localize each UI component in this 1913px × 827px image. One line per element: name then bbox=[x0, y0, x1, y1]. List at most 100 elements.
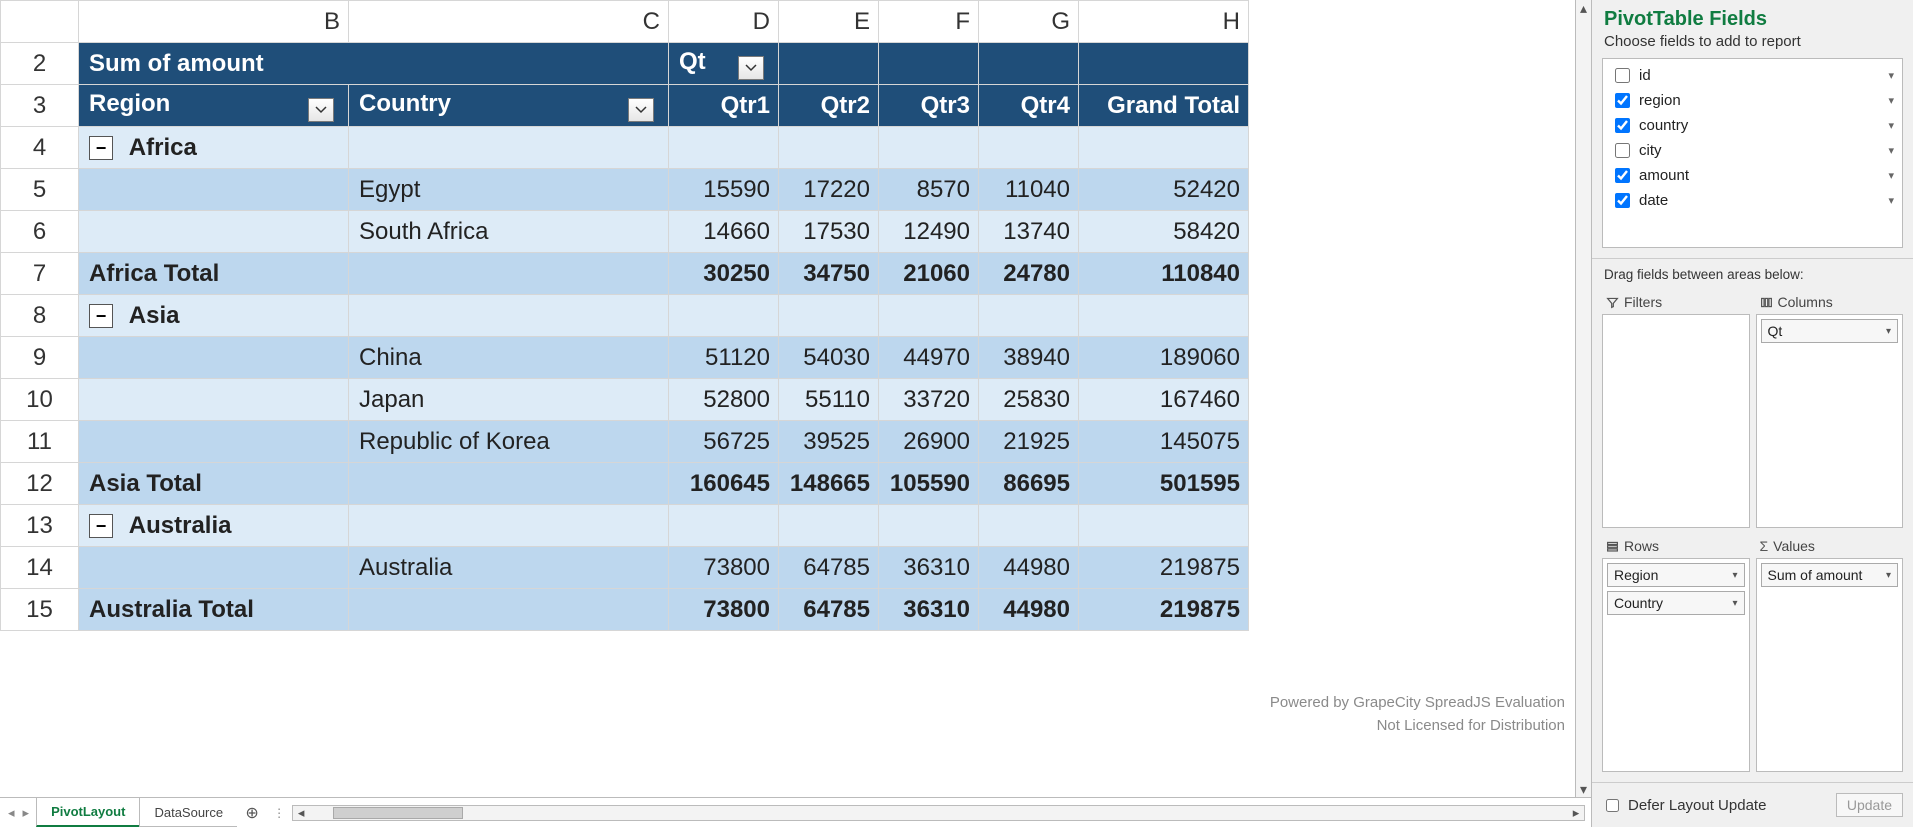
cell[interactable]: 54030 bbox=[779, 337, 879, 379]
chevron-down-icon[interactable]: ▾ bbox=[1732, 570, 1737, 581]
cell[interactable] bbox=[669, 295, 779, 337]
cell[interactable] bbox=[779, 505, 879, 547]
cell-region-header[interactable]: Region bbox=[79, 85, 349, 127]
values-body[interactable]: Sum of amount ▾ bbox=[1756, 558, 1904, 772]
region-africa[interactable]: − Africa bbox=[79, 127, 349, 169]
cell[interactable]: 145075 bbox=[1079, 421, 1249, 463]
col-header-B[interactable]: B bbox=[79, 1, 349, 43]
cell[interactable]: 189060 bbox=[1079, 337, 1249, 379]
cell[interactable] bbox=[879, 295, 979, 337]
cell[interactable]: 34750 bbox=[779, 253, 879, 295]
cell[interactable]: 21925 bbox=[979, 421, 1079, 463]
chevron-down-icon[interactable]: ▾ bbox=[1886, 326, 1891, 337]
cell[interactable]: 167460 bbox=[1079, 379, 1249, 421]
cell-q1-header[interactable]: Qtr1 bbox=[669, 85, 779, 127]
cell[interactable]: 44970 bbox=[879, 337, 979, 379]
pill-qt[interactable]: Qt ▾ bbox=[1761, 319, 1899, 343]
defer-layout-checkbox[interactable] bbox=[1606, 799, 1619, 812]
col-header-E[interactable]: E bbox=[779, 1, 879, 43]
cell[interactable]: 8570 bbox=[879, 169, 979, 211]
cell[interactable] bbox=[79, 211, 349, 253]
values-area[interactable]: Σ Values Sum of amount ▾ bbox=[1756, 534, 1904, 772]
cell-empty-G2[interactable] bbox=[979, 43, 1079, 85]
cell[interactable]: 52800 bbox=[669, 379, 779, 421]
scroll-left-icon[interactable]: ◂ bbox=[293, 806, 309, 820]
scroll-down-icon[interactable]: ▾ bbox=[1580, 781, 1587, 797]
cell[interactable]: 219875 bbox=[1079, 547, 1249, 589]
pill-sum-of-amount[interactable]: Sum of amount ▾ bbox=[1761, 563, 1899, 587]
cell[interactable] bbox=[979, 505, 1079, 547]
row-header-14[interactable]: 14 bbox=[1, 547, 79, 589]
cell[interactable]: 219875 bbox=[1079, 589, 1249, 631]
field-amount[interactable]: amount ▾ bbox=[1603, 163, 1902, 188]
cell[interactable]: 64785 bbox=[779, 547, 879, 589]
cell[interactable]: 44980 bbox=[979, 547, 1079, 589]
cell[interactable] bbox=[79, 337, 349, 379]
country-south-africa[interactable]: South Africa bbox=[349, 211, 669, 253]
row-header-9[interactable]: 9 bbox=[1, 337, 79, 379]
cell[interactable] bbox=[79, 421, 349, 463]
cell[interactable] bbox=[349, 505, 669, 547]
row-header-12[interactable]: 12 bbox=[1, 463, 79, 505]
field-region[interactable]: region ▾ bbox=[1603, 88, 1902, 113]
cell[interactable]: 33720 bbox=[879, 379, 979, 421]
cell[interactable]: 44980 bbox=[979, 589, 1079, 631]
tab-prev-icon[interactable]: ◂ bbox=[8, 805, 15, 821]
cell[interactable] bbox=[879, 127, 979, 169]
chevron-down-icon[interactable]: ▾ bbox=[1888, 94, 1894, 107]
rows-area[interactable]: Rows Region ▾ Country ▾ bbox=[1602, 534, 1750, 772]
cell[interactable] bbox=[349, 253, 669, 295]
cell[interactable]: 30250 bbox=[669, 253, 779, 295]
row-header-4[interactable]: 4 bbox=[1, 127, 79, 169]
columns-area[interactable]: Columns Qt ▾ bbox=[1756, 290, 1904, 528]
chevron-down-icon[interactable]: ▾ bbox=[1888, 194, 1894, 207]
filters-area[interactable]: Filters bbox=[1602, 290, 1750, 528]
region-asia[interactable]: − Asia bbox=[79, 295, 349, 337]
defer-layout-checkbox-label[interactable]: Defer Layout Update bbox=[1602, 796, 1766, 815]
cell[interactable]: 51120 bbox=[669, 337, 779, 379]
chevron-down-icon[interactable]: ▾ bbox=[1732, 598, 1737, 609]
select-all-corner[interactable] bbox=[1, 1, 79, 43]
cell[interactable]: 105590 bbox=[879, 463, 979, 505]
field-country-checkbox[interactable] bbox=[1615, 118, 1630, 133]
region-filter-button[interactable] bbox=[308, 98, 334, 122]
field-id-checkbox[interactable] bbox=[1615, 68, 1630, 83]
update-button[interactable]: Update bbox=[1836, 793, 1903, 817]
field-city-checkbox[interactable] bbox=[1615, 143, 1630, 158]
cell[interactable]: 26900 bbox=[879, 421, 979, 463]
cell[interactable]: 58420 bbox=[1079, 211, 1249, 253]
rows-body[interactable]: Region ▾ Country ▾ bbox=[1602, 558, 1750, 772]
cell[interactable]: 148665 bbox=[779, 463, 879, 505]
row-header-6[interactable]: 6 bbox=[1, 211, 79, 253]
country-japan[interactable]: Japan bbox=[349, 379, 669, 421]
cell[interactable]: 110840 bbox=[1079, 253, 1249, 295]
field-city[interactable]: city ▾ bbox=[1603, 138, 1902, 163]
cell-country-header[interactable]: Country bbox=[349, 85, 669, 127]
row-header-11[interactable]: 11 bbox=[1, 421, 79, 463]
cell[interactable] bbox=[979, 127, 1079, 169]
cell[interactable]: 64785 bbox=[779, 589, 879, 631]
cell[interactable] bbox=[779, 127, 879, 169]
cell[interactable]: 86695 bbox=[979, 463, 1079, 505]
cell-q3-header[interactable]: Qtr3 bbox=[879, 85, 979, 127]
cell-q2-header[interactable]: Qtr2 bbox=[779, 85, 879, 127]
pill-region[interactable]: Region ▾ bbox=[1607, 563, 1745, 587]
cell[interactable]: 15590 bbox=[669, 169, 779, 211]
cell[interactable] bbox=[349, 463, 669, 505]
scroll-up-icon[interactable]: ▴ bbox=[1580, 0, 1587, 16]
vertical-scrollbar[interactable]: ▴ ▾ bbox=[1575, 0, 1591, 797]
africa-total-label[interactable]: Africa Total bbox=[79, 253, 349, 295]
cell[interactable]: 160645 bbox=[669, 463, 779, 505]
field-date-checkbox[interactable] bbox=[1615, 193, 1630, 208]
cell[interactable] bbox=[349, 295, 669, 337]
row-header-8[interactable]: 8 bbox=[1, 295, 79, 337]
tab-pivotlayout[interactable]: PivotLayout bbox=[36, 798, 140, 827]
cell[interactable] bbox=[349, 127, 669, 169]
cell-empty-E2[interactable] bbox=[779, 43, 879, 85]
cell[interactable] bbox=[1079, 295, 1249, 337]
cell[interactable] bbox=[779, 295, 879, 337]
field-date[interactable]: date ▾ bbox=[1603, 188, 1902, 213]
cell[interactable] bbox=[79, 547, 349, 589]
row-header-15[interactable]: 15 bbox=[1, 589, 79, 631]
horizontal-scrollbar[interactable]: ◂ ▸ bbox=[292, 805, 1585, 821]
